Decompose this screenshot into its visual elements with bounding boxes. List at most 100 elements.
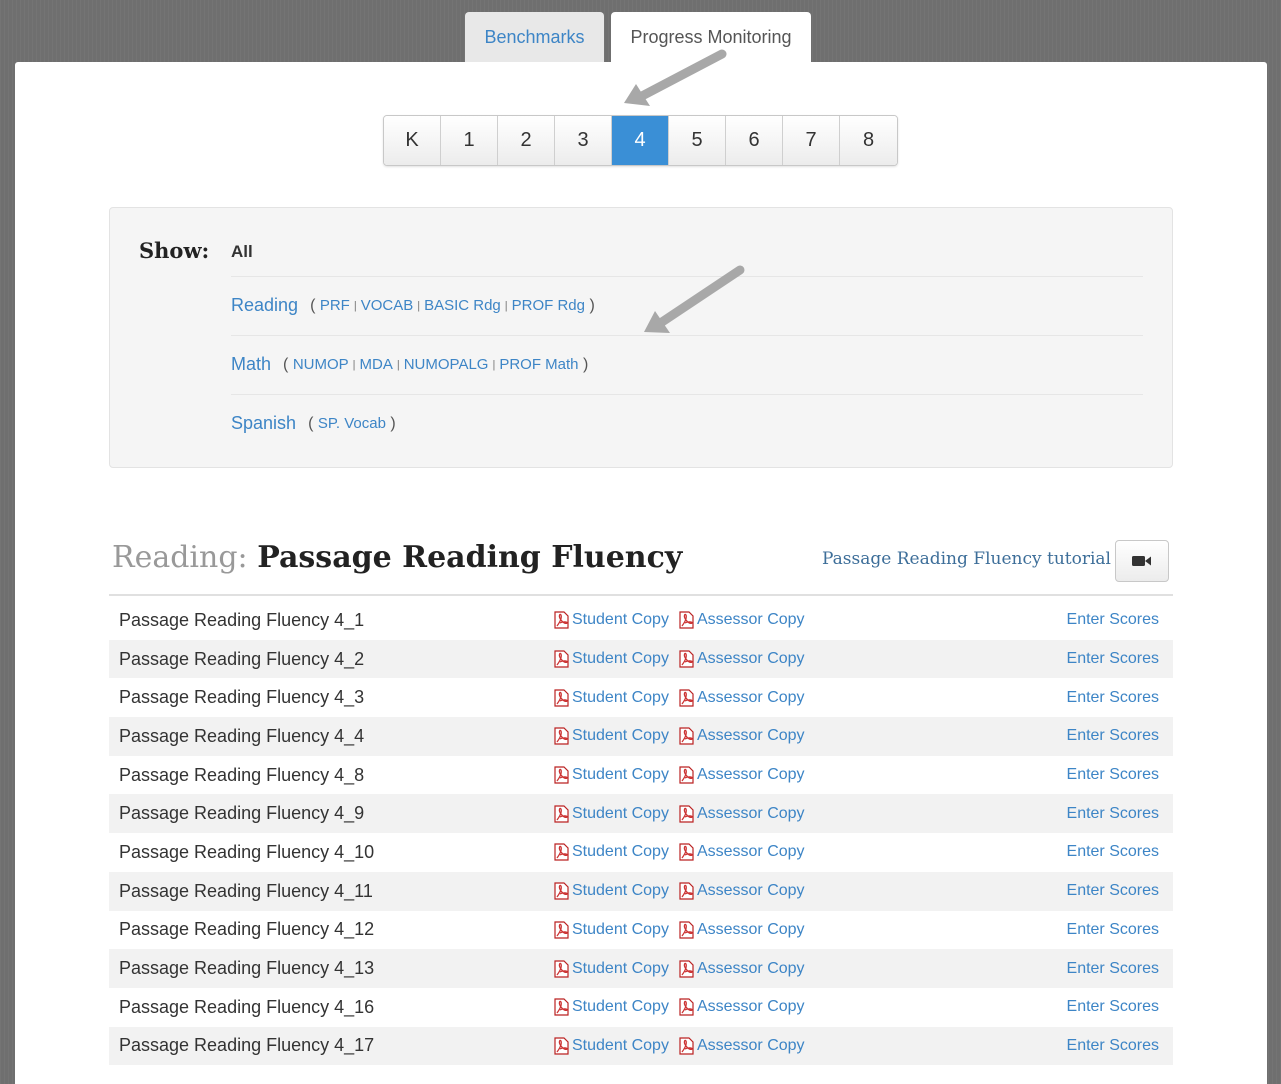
enter-scores-link[interactable]: Enter Scores	[1067, 1037, 1159, 1055]
pdf-icon	[554, 921, 569, 939]
copy-links: Student Copy Assessor Copy	[553, 882, 814, 900]
assessor-copy-link[interactable]: Assessor Copy	[678, 766, 805, 784]
copy-links: Student Copy Assessor Copy	[553, 1037, 814, 1055]
enter-scores-link[interactable]: Enter Scores	[1067, 805, 1159, 823]
assessment-name: Passage Reading Fluency 4_17	[119, 1035, 375, 1056]
assessor-copy-label: Assessor Copy	[696, 611, 805, 629]
pdf-icon	[679, 727, 694, 746]
main-panel: K12345678 Show: All Reading( PRF | VOCAB | B…	[15, 62, 1267, 1084]
student-copy-link[interactable]: Student Copy	[553, 882, 669, 900]
table-row: Passage Reading Fluency 4_1 Student Copy A…	[109, 601, 1173, 640]
enter-scores-link[interactable]: Enter Scores	[1067, 921, 1159, 939]
subject-link-spanish[interactable]: Spanish	[231, 413, 296, 434]
enter-scores-link[interactable]: Enter Scores	[1067, 766, 1159, 784]
student-copy-link[interactable]: Student Copy	[553, 843, 669, 862]
student-copy-label: Student Copy	[572, 959, 669, 977]
subject-link-reading[interactable]: Reading	[231, 295, 298, 316]
student-copy-link[interactable]: Student Copy	[553, 1037, 669, 1055]
grade-selector: K12345678	[383, 115, 898, 166]
grade-button-6[interactable]: 6	[726, 116, 783, 165]
enter-scores-link[interactable]: Enter Scores	[1067, 650, 1159, 668]
grade-button-3[interactable]: 3	[555, 116, 612, 165]
pdf-icon	[679, 650, 694, 668]
assessor-copy-link[interactable]: Assessor Copy	[678, 843, 805, 862]
assessor-copy-link[interactable]: Assessor Copy	[678, 805, 805, 823]
pdf-icon	[679, 843, 694, 862]
table-row: Passage Reading Fluency 4_17 Student Copy…	[109, 1026, 1173, 1066]
pdf-icon	[554, 611, 569, 629]
assessor-copy-link[interactable]: Assessor Copy	[678, 882, 805, 900]
pdf-icon	[554, 805, 569, 823]
table-row: Passage Reading Fluency 4_11 Student Copy…	[109, 871, 1173, 911]
pdf-icon	[554, 1037, 569, 1055]
student-copy-link[interactable]: Student Copy	[553, 998, 669, 1016]
tab-benchmarks[interactable]: Benchmarks	[465, 12, 604, 63]
subtest-link[interactable]: VOCAB	[361, 297, 414, 314]
student-copy-link[interactable]: Student Copy	[553, 689, 669, 707]
annotation-arrow	[624, 49, 727, 106]
assessor-copy-link[interactable]: Assessor Copy	[678, 1037, 805, 1055]
copy-links: Student Copy Assessor Copy	[553, 766, 814, 784]
grade-button-7[interactable]: 7	[783, 116, 840, 165]
student-copy-link[interactable]: Student Copy	[553, 650, 669, 668]
assessor-copy-label: Assessor Copy	[696, 882, 805, 900]
subtest-link[interactable]: PROF Rdg	[512, 297, 585, 314]
student-copy-label: Student Copy	[572, 766, 669, 784]
enter-scores-link[interactable]: Enter Scores	[1067, 998, 1159, 1016]
student-copy-link[interactable]: Student Copy	[553, 727, 669, 746]
subject-link-math[interactable]: Math	[231, 354, 271, 375]
student-copy-link[interactable]: Student Copy	[553, 611, 669, 629]
separator: |	[504, 299, 508, 312]
student-copy-label: Student Copy	[572, 611, 669, 629]
assessor-copy-label: Assessor Copy	[696, 1036, 805, 1054]
pdf-icon	[679, 611, 694, 629]
enter-scores-link[interactable]: Enter Scores	[1067, 882, 1159, 900]
subtest-link[interactable]: SP. Vocab	[318, 415, 386, 432]
copy-links: Student Copy Assessor Copy	[553, 921, 814, 939]
grade-button-1[interactable]: 1	[441, 116, 498, 165]
copy-links: Student Copy Assessor Copy	[553, 727, 814, 746]
assessor-copy-link[interactable]: Assessor Copy	[678, 921, 805, 939]
student-copy-link[interactable]: Student Copy	[553, 766, 669, 784]
copy-links: Student Copy Assessor Copy	[553, 689, 814, 707]
subtest-link[interactable]: PRF	[320, 297, 350, 314]
paren-close: )	[585, 296, 595, 314]
student-copy-link[interactable]: Student Copy	[553, 805, 669, 823]
section-title: Passage Reading Fluency	[257, 540, 683, 575]
assessor-copy-link[interactable]: Assessor Copy	[678, 611, 805, 629]
student-copy-label: Student Copy	[572, 650, 669, 668]
table-row: Passage Reading Fluency 4_9 Student Copy A…	[109, 794, 1173, 834]
tutorial-link[interactable]: Passage Reading Fluency tutorial	[822, 549, 1111, 569]
pdf-icon	[554, 959, 569, 978]
assessor-copy-link[interactable]: Assessor Copy	[678, 960, 805, 978]
pdf-icon	[554, 766, 569, 784]
assessment-name: Passage Reading Fluency 4_10	[119, 841, 375, 862]
filter-all[interactable]: All	[231, 242, 253, 262]
enter-scores-link[interactable]: Enter Scores	[1067, 843, 1159, 861]
enter-scores-link[interactable]: Enter Scores	[1067, 611, 1159, 629]
grade-button-8[interactable]: 8	[840, 116, 897, 165]
assessor-copy-label: Assessor Copy	[696, 998, 805, 1016]
grade-button-2[interactable]: 2	[498, 116, 555, 165]
grade-button-4[interactable]: 4	[612, 116, 669, 165]
table-row: Passage Reading Fluency 4_2 Student Copy A…	[109, 639, 1173, 679]
assessor-copy-link[interactable]: Assessor Copy	[678, 727, 805, 746]
copy-links: Student Copy Assessor Copy	[553, 805, 814, 823]
assessor-copy-link[interactable]: Assessor Copy	[678, 689, 805, 707]
assessor-copy-link[interactable]: Assessor Copy	[678, 650, 805, 668]
grade-button-k[interactable]: K	[384, 116, 441, 165]
video-tutorial-button[interactable]	[1115, 540, 1169, 582]
subtest-link[interactable]: MDA	[360, 356, 393, 373]
grade-button-5[interactable]: 5	[669, 116, 726, 165]
subtest-link[interactable]: BASIC Rdg	[424, 297, 501, 314]
enter-scores-link[interactable]: Enter Scores	[1067, 960, 1159, 978]
assessor-copy-link[interactable]: Assessor Copy	[678, 998, 805, 1016]
enter-scores-link[interactable]: Enter Scores	[1067, 689, 1159, 707]
copy-links: Student Copy Assessor Copy	[553, 998, 814, 1016]
subtest-link[interactable]: NUMOPALG	[404, 356, 489, 373]
subtest-link[interactable]: PROF Math	[499, 356, 578, 373]
student-copy-link[interactable]: Student Copy	[553, 921, 669, 939]
enter-scores-link[interactable]: Enter Scores	[1067, 727, 1159, 745]
student-copy-link[interactable]: Student Copy	[553, 960, 669, 978]
subtest-link[interactable]: NUMOP	[293, 356, 349, 373]
